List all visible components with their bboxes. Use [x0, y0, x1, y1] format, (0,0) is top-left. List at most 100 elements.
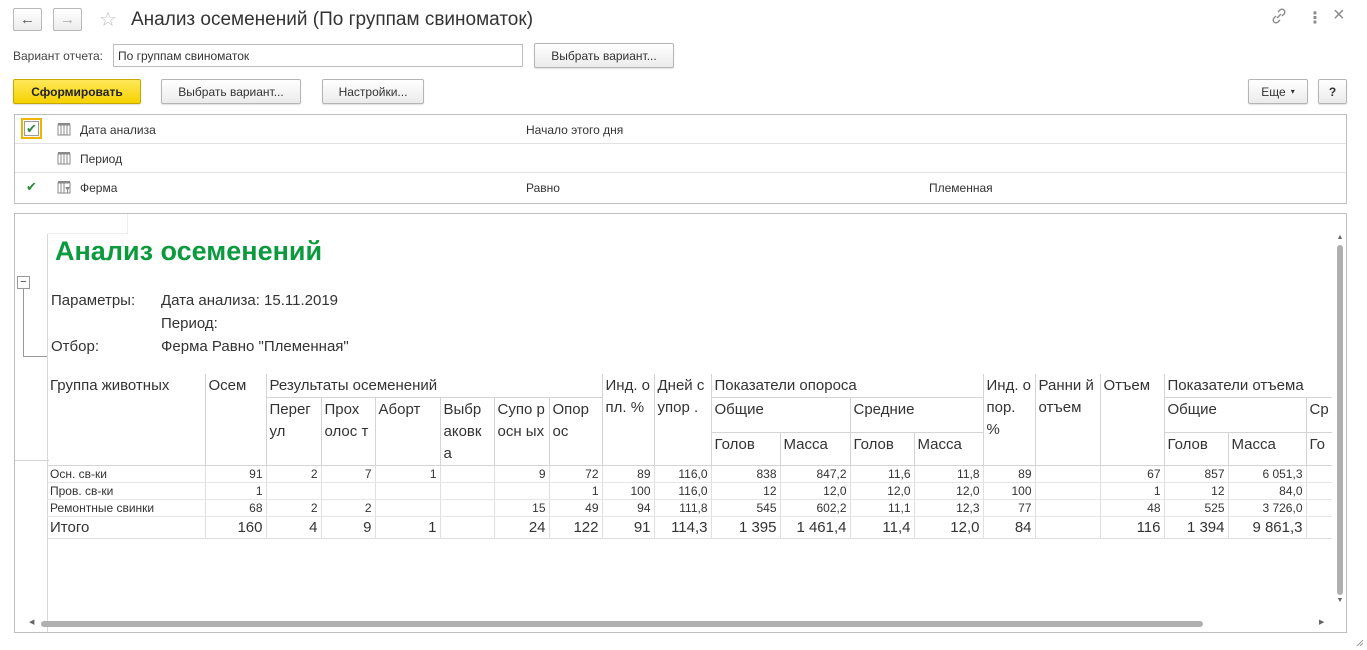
- row-value-cell[interactable]: 48: [1099, 499, 1164, 517]
- row-value-cell[interactable]: 3 726,0: [1227, 499, 1306, 517]
- collapse-icon[interactable]: −: [17, 276, 30, 289]
- row-value-cell[interactable]: 2: [265, 499, 321, 517]
- row-value-cell[interactable]: 1 395: [710, 516, 780, 539]
- scroll-left-icon[interactable]: ◀: [29, 618, 34, 626]
- settings-button[interactable]: Настройки...: [322, 79, 424, 104]
- filter-condition[interactable]: Начало этого дня: [526, 123, 623, 137]
- row-value-cell[interactable]: 12,0: [779, 482, 850, 500]
- row-value-cell[interactable]: [439, 499, 494, 517]
- row-value-cell[interactable]: 12,0: [849, 482, 914, 500]
- row-value-cell[interactable]: 12,0: [913, 482, 983, 500]
- row-value-cell[interactable]: [1305, 516, 1332, 539]
- row-value-cell[interactable]: 122: [548, 516, 602, 539]
- scroll-up-icon[interactable]: ▲: [1335, 234, 1345, 241]
- filter-value[interactable]: Племенная: [929, 181, 993, 195]
- row-value-cell[interactable]: [1034, 482, 1100, 500]
- horizontal-scrollbar[interactable]: ◀ ▶: [29, 618, 1329, 630]
- row-value-cell[interactable]: 838: [710, 465, 780, 483]
- row-value-cell[interactable]: 160: [204, 516, 266, 539]
- row-value-cell[interactable]: [493, 482, 549, 500]
- filter-checkbox[interactable]: ✔: [21, 118, 42, 139]
- row-value-cell[interactable]: 94: [601, 499, 654, 517]
- row-value-cell[interactable]: 72: [548, 465, 602, 483]
- row-value-cell[interactable]: 1: [1099, 482, 1164, 500]
- row-value-cell[interactable]: 11,8: [913, 465, 983, 483]
- resize-grip-icon[interactable]: [1356, 636, 1364, 647]
- row-value-cell[interactable]: 1: [374, 465, 440, 483]
- back-button[interactable]: ←: [13, 8, 42, 31]
- row-value-cell[interactable]: 602,2: [779, 499, 850, 517]
- row-value-cell[interactable]: 2: [265, 465, 321, 483]
- row-value-cell[interactable]: 84: [982, 516, 1035, 539]
- row-value-cell[interactable]: 9 861,3: [1227, 516, 1306, 539]
- row-value-cell[interactable]: 11,6: [849, 465, 914, 483]
- variant-input[interactable]: По группам свиноматок: [113, 44, 523, 67]
- row-value-cell[interactable]: [1305, 499, 1332, 517]
- row-value-cell[interactable]: 68: [204, 499, 266, 517]
- row-value-cell[interactable]: 49: [548, 499, 602, 517]
- row-group-cell[interactable]: Пров. св-ки: [47, 482, 205, 500]
- row-value-cell[interactable]: 116: [1099, 516, 1164, 539]
- row-value-cell[interactable]: 1 394: [1163, 516, 1228, 539]
- scroll-down-icon[interactable]: ▼: [1335, 597, 1345, 604]
- row-value-cell[interactable]: 12,3: [913, 499, 983, 517]
- row-group-cell[interactable]: Ремонтные свинки: [47, 499, 205, 517]
- row-value-cell[interactable]: 1: [204, 482, 266, 500]
- row-value-cell[interactable]: [320, 482, 375, 500]
- horizontal-scroll-thumb[interactable]: [41, 621, 1203, 627]
- favorite-star-icon[interactable]: ☆: [99, 7, 117, 32]
- choose-variant-top-button[interactable]: Выбрать вариант...: [534, 43, 674, 68]
- close-icon[interactable]: ×: [1333, 4, 1345, 27]
- row-value-cell[interactable]: 11,4: [849, 516, 914, 539]
- more-button[interactable]: Еще ▾: [1248, 79, 1308, 104]
- help-button[interactable]: ?: [1318, 79, 1347, 104]
- row-group-cell[interactable]: Осн. св-ки: [47, 465, 205, 483]
- row-value-cell[interactable]: [1305, 482, 1332, 500]
- row-group-cell[interactable]: Итого: [47, 516, 205, 539]
- row-value-cell[interactable]: 91: [204, 465, 266, 483]
- filter-row[interactable]: ✔ Ферма Равно Племенная: [15, 173, 1346, 202]
- row-value-cell[interactable]: 84,0: [1227, 482, 1306, 500]
- row-value-cell[interactable]: [1305, 465, 1332, 483]
- row-value-cell[interactable]: 67: [1099, 465, 1164, 483]
- row-value-cell[interactable]: 545: [710, 499, 780, 517]
- vertical-scroll-thumb[interactable]: [1337, 245, 1343, 595]
- row-value-cell[interactable]: 91: [601, 516, 654, 539]
- link-icon[interactable]: [1271, 8, 1287, 29]
- row-value-cell[interactable]: 857: [1163, 465, 1228, 483]
- row-value-cell[interactable]: 525: [1163, 499, 1228, 517]
- filter-row[interactable]: Период: [15, 144, 1346, 173]
- row-value-cell[interactable]: 77: [982, 499, 1035, 517]
- row-value-cell[interactable]: 12: [710, 482, 780, 500]
- more-menu-icon[interactable]: ⋮: [1307, 8, 1323, 28]
- row-value-cell[interactable]: 9: [493, 465, 549, 483]
- filter-row[interactable]: ✔ Дата анализа Начало этого дня: [15, 115, 1346, 144]
- row-value-cell[interactable]: [374, 482, 440, 500]
- row-value-cell[interactable]: [374, 499, 440, 517]
- row-value-cell[interactable]: [1034, 465, 1100, 483]
- row-value-cell[interactable]: 4: [265, 516, 321, 539]
- scroll-right-icon[interactable]: ▶: [1319, 618, 1324, 626]
- row-value-cell[interactable]: 100: [601, 482, 654, 500]
- row-value-cell[interactable]: 847,2: [779, 465, 850, 483]
- filter-condition[interactable]: Равно: [526, 181, 560, 195]
- row-value-cell[interactable]: [439, 482, 494, 500]
- row-value-cell[interactable]: 100: [982, 482, 1035, 500]
- row-value-cell[interactable]: 1: [374, 516, 440, 539]
- row-value-cell[interactable]: [1034, 499, 1100, 517]
- generate-button[interactable]: Сформировать: [13, 79, 141, 104]
- row-value-cell[interactable]: 12: [1163, 482, 1228, 500]
- filter-checkbox[interactable]: ✔: [24, 179, 39, 194]
- row-value-cell[interactable]: [265, 482, 321, 500]
- row-value-cell[interactable]: 114,3: [653, 516, 711, 539]
- row-value-cell[interactable]: 111,8: [653, 499, 711, 517]
- row-value-cell[interactable]: 11,1: [849, 499, 914, 517]
- forward-button[interactable]: →: [53, 8, 82, 31]
- row-value-cell[interactable]: 2: [320, 499, 375, 517]
- row-value-cell[interactable]: 15: [493, 499, 549, 517]
- row-value-cell[interactable]: [1034, 516, 1100, 539]
- row-value-cell[interactable]: 1: [548, 482, 602, 500]
- row-value-cell[interactable]: 1 461,4: [779, 516, 850, 539]
- row-value-cell[interactable]: 116,0: [653, 465, 711, 483]
- row-value-cell[interactable]: 12,0: [913, 516, 983, 539]
